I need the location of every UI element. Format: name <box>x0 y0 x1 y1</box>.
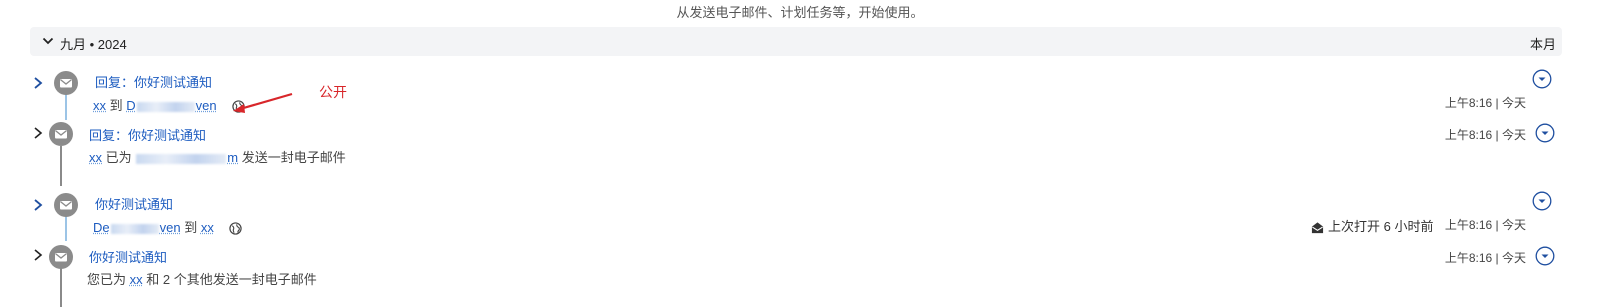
activity-participants: xx 到 Dven <box>93 95 245 114</box>
suffix-text: 和 2 个其他发送一封电子邮件 <box>146 272 317 287</box>
activity-time: 上午8:16 | 今天 <box>1444 251 1526 265</box>
activity-time: 上午8:16 | 今天 <box>1444 218 1526 232</box>
activity-subject-link[interactable]: 你好测试通知 <box>89 247 167 266</box>
chevron-right-icon[interactable] <box>32 76 44 90</box>
activity-participants: xx 已为 m 发送一封电子邮件 <box>89 147 346 166</box>
dropdown-circle-icon[interactable] <box>1535 246 1555 266</box>
month-group-header[interactable]: 九月 • 2024 本月 <box>30 27 1562 56</box>
action-text: 发送一封电子邮件 <box>241 150 346 165</box>
redacted-email <box>136 153 227 164</box>
connector-text: 到 <box>184 220 198 235</box>
dropdown-circle-icon[interactable] <box>1532 191 1552 211</box>
sender-link[interactable]: De ven <box>93 220 181 235</box>
activity-subject-link[interactable]: 你好测试通知 <box>95 194 173 213</box>
thread-line <box>65 94 67 120</box>
chevron-right-icon[interactable] <box>32 198 44 212</box>
chevron-right-icon[interactable] <box>32 126 44 140</box>
recipient-link[interactable]: xx <box>130 272 143 287</box>
envelope-icon <box>49 245 73 269</box>
thread-line <box>60 146 62 186</box>
thread-line <box>60 268 62 307</box>
recipient-link[interactable]: Dven <box>126 98 216 113</box>
activity-subject-link[interactable]: 回复：你好测试通知 <box>89 125 206 144</box>
envelope-icon <box>54 71 78 95</box>
envelope-open-icon <box>1311 222 1324 234</box>
connector-text: 到 <box>109 98 123 113</box>
activity-time: 上午8:16 | 今天 <box>1444 128 1526 142</box>
dropdown-circle-icon[interactable] <box>1532 69 1552 89</box>
annotation-arrow <box>233 92 293 113</box>
last-opened-status: 上次打开 6 小时前 <box>1311 216 1433 235</box>
month-group-label: 九月 • 2024 <box>60 37 127 52</box>
prefix-text: 您已为 <box>87 272 127 287</box>
dropdown-circle-icon[interactable] <box>1535 123 1555 143</box>
chevron-down-icon[interactable] <box>42 35 54 47</box>
envelope-icon <box>49 122 73 146</box>
thread-line <box>65 215 67 241</box>
activity-time: 上午8:16 | 今天 <box>1444 96 1526 110</box>
activity-participants: 您已为 xx 和 2 个其他发送一封电子邮件 <box>87 269 317 288</box>
sender-link[interactable]: xx <box>89 150 102 165</box>
month-group-period: 本月 <box>1529 37 1556 52</box>
globe-icon <box>229 222 243 235</box>
redacted-name <box>110 223 159 234</box>
recipient-link[interactable]: xx <box>201 220 214 235</box>
redacted-name <box>136 101 195 112</box>
connector-text: 已为 <box>105 150 132 165</box>
annotation-label: 公开 <box>319 84 347 100</box>
activity-participants: De ven 到 xx <box>93 217 243 236</box>
sender-link[interactable]: xx <box>93 98 106 113</box>
activity-subject-link[interactable]: 回复：你好测试通知 <box>95 72 212 91</box>
chevron-right-icon[interactable] <box>32 248 44 262</box>
envelope-icon <box>54 193 78 217</box>
recipient-email-link[interactable]: m <box>135 150 238 165</box>
empty-state-hint: 从发送电子邮件、计划任务等，开始使用。 <box>676 5 924 20</box>
